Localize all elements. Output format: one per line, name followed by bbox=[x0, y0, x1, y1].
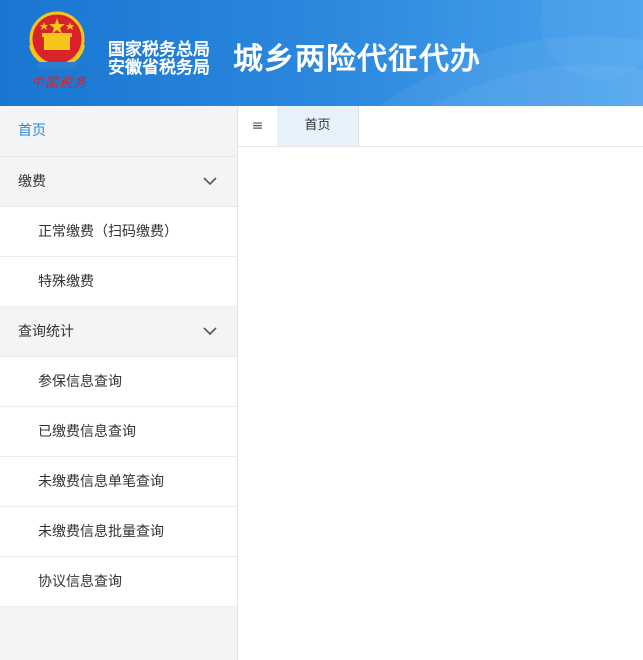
sidebar-item-unpaid-single-query[interactable]: 未缴费信息单笔查询 bbox=[0, 457, 237, 507]
chevron-down-icon bbox=[203, 327, 217, 336]
sidebar-item-normal-payment[interactable]: 正常缴费（扫码缴费） bbox=[0, 207, 237, 257]
sidebar-group-payment[interactable]: 缴费 bbox=[0, 157, 237, 207]
chevron-down-icon bbox=[203, 177, 217, 186]
national-emblem-icon bbox=[29, 11, 85, 70]
menu-icon[interactable]: ≡ bbox=[238, 106, 277, 146]
sidebar-group-query[interactable]: 查询统计 bbox=[0, 307, 237, 357]
sidebar-item-home[interactable]: 首页 bbox=[0, 106, 237, 157]
tab-home[interactable]: 首页 bbox=[277, 106, 359, 146]
sidebar-group-label: 缴费 bbox=[18, 174, 46, 190]
org-name-line2: 安徽省税务局 bbox=[108, 58, 210, 78]
app-header: 中国税务 国家税务总局 安徽省税务局 城乡两险代征代办 bbox=[0, 0, 643, 106]
brand-script: 中国税务 bbox=[30, 76, 87, 91]
sidebar-item-paid-query[interactable]: 已缴费信息查询 bbox=[0, 407, 237, 457]
tab-bar: ≡ 首页 bbox=[238, 106, 643, 147]
sidebar: 首页 缴费 正常缴费（扫码缴费） 特殊缴费 查询统计 参保信息查询 已缴费信息查… bbox=[0, 106, 238, 660]
sidebar-item-agreement-query[interactable]: 协议信息查询 bbox=[0, 557, 237, 607]
sidebar-item-unpaid-batch-query[interactable]: 未缴费信息批量查询 bbox=[0, 507, 237, 557]
main-content bbox=[238, 147, 643, 660]
system-title: 城乡两险代征代办 bbox=[233, 42, 481, 77]
sidebar-item-insurance-query[interactable]: 参保信息查询 bbox=[0, 357, 237, 407]
sidebar-item-special-payment[interactable]: 特殊缴费 bbox=[0, 257, 237, 307]
sidebar-group-label: 查询统计 bbox=[18, 324, 74, 340]
